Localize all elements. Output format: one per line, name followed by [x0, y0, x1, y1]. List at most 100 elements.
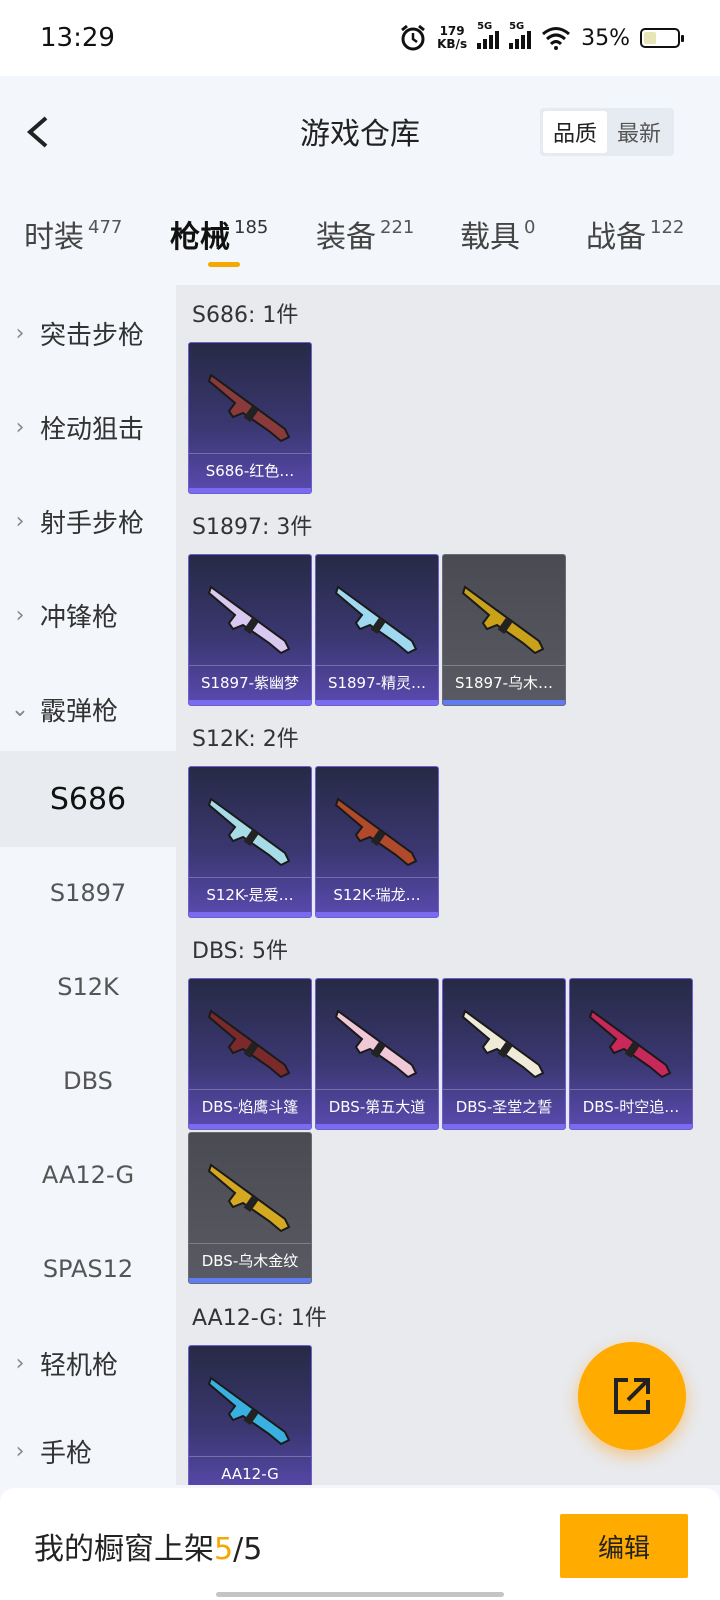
sidebar-item-label: 突击步枪: [40, 320, 145, 351]
tab-fashion[interactable]: 时装 477: [24, 212, 122, 256]
share-icon: [614, 1378, 650, 1414]
signal-icon-2: 5G: [509, 21, 532, 49]
sidebar-item-shotgun[interactable]: ⌄ 霰弹枪: [0, 661, 176, 757]
skin-card[interactable]: DBS-时空追…: [569, 978, 693, 1130]
status-icons: 179 KB/s 5G 5G 35%: [399, 21, 684, 52]
tab-label: 枪械: [170, 220, 230, 255]
skin-card[interactable]: S1897-乌木…: [442, 554, 566, 706]
group-title: S12K: 2件: [192, 727, 299, 752]
tab-label: 战备: [586, 220, 646, 255]
skin-name: S1897-精灵…: [316, 665, 438, 699]
sidebar-item-assault-rifle[interactable]: › 突击步枪: [0, 285, 176, 381]
chevron-right-icon: ›: [15, 602, 25, 628]
sidebar-item-marksman-rifle[interactable]: › 射手步枪: [0, 473, 176, 569]
tab-vehicles[interactable]: 载具 0: [460, 212, 535, 256]
skin-card[interactable]: S12K-瑞龙…: [315, 766, 439, 918]
chevron-right-icon: ›: [15, 1438, 25, 1464]
chevron-right-icon: ›: [15, 320, 25, 346]
sidebar-item-label: AA12-G: [41, 1161, 135, 1189]
sidebar-subitem-spas12[interactable]: SPAS12: [0, 1221, 176, 1317]
weapon-type-sidebar: › 突击步枪 › 栓动狙击 › 射手步枪 › 冲锋枪 ⌄ 霰弹枪 S686 S1897 S…: [0, 285, 176, 1485]
showcase-status: 我的橱窗上架5/5: [34, 1524, 262, 1568]
sidebar-item-label: 轻机枪: [40, 1350, 119, 1381]
battery-icon: [640, 28, 684, 48]
net-speed: 179 KB/s: [437, 25, 467, 51]
chevron-right-icon: ›: [15, 508, 25, 534]
weapon-image: [461, 1009, 545, 1079]
sidebar-item-label: DBS: [63, 1067, 113, 1095]
quality-bar: [316, 700, 438, 705]
quality-bar: [189, 700, 311, 705]
sidebar-subitem-s1897[interactable]: S1897: [0, 845, 176, 941]
skin-grid: S686: 1件 S686-红色… S1897: 3件 S1897-紫幽梦 S1897-…: [176, 285, 720, 1485]
quality-bar: [443, 1124, 565, 1129]
skin-name: AA12-G: [189, 1456, 311, 1485]
chevron-right-icon: ›: [15, 1350, 25, 1376]
weapon-image: [207, 585, 291, 655]
skin-name: S1897-乌木…: [443, 665, 565, 699]
sidebar-item-smg[interactable]: › 冲锋枪: [0, 567, 176, 663]
app-header: 游戏仓库 品质 最新: [0, 76, 720, 186]
sidebar-item-label: 霰弹枪: [40, 696, 119, 727]
tab-label: 时装: [24, 220, 84, 255]
quality-bar: [570, 1124, 692, 1129]
skin-card[interactable]: AA12-G: [188, 1345, 312, 1485]
tab-count: 477: [88, 217, 123, 238]
sidebar-item-label: S12K: [57, 973, 119, 1001]
quality-bar: [443, 700, 565, 705]
sidebar-subitem-dbs[interactable]: DBS: [0, 1033, 176, 1129]
skin-name: S12K-瑞龙…: [316, 877, 438, 911]
skin-card[interactable]: S12K-是爱…: [188, 766, 312, 918]
group-title: DBS: 5件: [192, 939, 289, 964]
home-indicator: [216, 1592, 504, 1597]
skin-name: DBS-圣堂之誓: [443, 1089, 565, 1123]
sidebar-item-pistol[interactable]: › 手枪: [0, 1403, 176, 1499]
skin-card[interactable]: DBS-乌木金纹: [188, 1132, 312, 1284]
page-title: 游戏仓库: [300, 117, 420, 152]
battery-percent: 35%: [581, 25, 630, 51]
skin-name: S686-红色…: [189, 453, 311, 487]
showcase-label: 我的橱窗上架: [34, 1532, 214, 1567]
sort-quality-button[interactable]: 品质: [542, 111, 607, 153]
skin-card[interactable]: S1897-紫幽梦: [188, 554, 312, 706]
chevron-down-icon: ⌄: [10, 696, 30, 722]
weapon-image: [334, 1009, 418, 1079]
back-arrow-icon[interactable]: [20, 112, 60, 152]
sidebar-subitem-aa12g[interactable]: AA12-G: [0, 1127, 176, 1223]
tab-count: 122: [650, 217, 685, 238]
tab-label: 载具: [460, 220, 520, 255]
net-speed-unit: KB/s: [437, 37, 468, 51]
weapon-image: [207, 1163, 291, 1233]
skin-card[interactable]: S686-红色…: [188, 342, 312, 494]
skin-card[interactable]: DBS-圣堂之誓: [442, 978, 566, 1130]
weapon-image: [334, 585, 418, 655]
sort-toggle: 品质 最新: [539, 108, 674, 156]
sidebar-subitem-s12k[interactable]: S12K: [0, 939, 176, 1035]
signal-icon: 5G: [477, 21, 500, 49]
skin-card[interactable]: DBS-第五大道: [315, 978, 439, 1130]
tab-firearms[interactable]: 枪械 185: [170, 212, 268, 256]
sidebar-item-label: S686: [49, 781, 127, 817]
tab-equipment[interactable]: 装备 221: [316, 212, 414, 256]
quality-bar: [189, 488, 311, 493]
sort-newest-button[interactable]: 最新: [607, 111, 671, 153]
sidebar-item-label: 冲锋枪: [40, 602, 119, 633]
quality-bar: [316, 1124, 438, 1129]
tab-count: 221: [380, 217, 415, 238]
sidebar-item-label: 栓动狙击: [40, 414, 145, 445]
edit-button[interactable]: 编辑: [560, 1514, 688, 1578]
skin-name: DBS-乌木金纹: [189, 1243, 311, 1277]
sidebar-subitem-s686[interactable]: S686: [0, 751, 176, 847]
tab-gear[interactable]: 战备 122: [586, 212, 684, 256]
skin-name: DBS-时空追…: [570, 1089, 692, 1123]
skin-card[interactable]: S1897-精灵…: [315, 554, 439, 706]
wifi-icon: [542, 27, 571, 50]
status-time: 13:29: [40, 23, 115, 53]
sidebar-item-lmg[interactable]: › 轻机枪: [0, 1315, 176, 1411]
skin-card[interactable]: DBS-焰鹰斗篷: [188, 978, 312, 1130]
signal-label-2: 5G: [509, 21, 525, 32]
sidebar-item-bolt-sniper[interactable]: › 栓动狙击: [0, 379, 176, 475]
share-button[interactable]: [578, 1342, 686, 1450]
sidebar-item-label: S1897: [49, 879, 127, 907]
category-tabs: 时装 477 枪械 185 装备 221 载具 0 战备 122: [0, 200, 720, 280]
